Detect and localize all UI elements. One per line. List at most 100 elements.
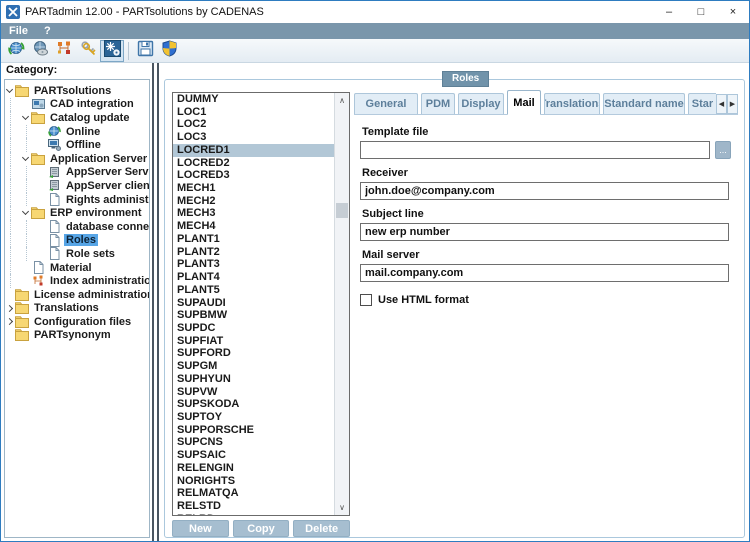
list-item[interactable]: PLANT1 — [173, 233, 334, 246]
delete-button[interactable]: Delete — [293, 520, 350, 537]
list-item[interactable]: PLANT4 — [173, 271, 334, 284]
tree-expander-icon[interactable] — [5, 86, 15, 96]
globe-sync-button[interactable] — [4, 40, 28, 62]
tab-star[interactable]: Star — [688, 93, 716, 114]
tree-item-partsolutions[interactable]: PARTsolutions — [5, 84, 149, 98]
server-icon — [47, 179, 61, 192]
close-button[interactable]: × — [717, 1, 749, 23]
list-item[interactable]: RELSTD — [173, 500, 334, 513]
list-item[interactable]: SUPBMW — [173, 309, 334, 322]
list-item[interactable]: MECH2 — [173, 195, 334, 208]
tab-translations[interactable]: Translations — [544, 93, 600, 114]
tab-standard-name[interactable]: Standard name — [603, 93, 685, 114]
minimize-button[interactable]: – — [653, 1, 685, 23]
list-item[interactable]: SUPHYUN — [173, 373, 334, 386]
list-item[interactable]: SUPCNS — [173, 436, 334, 449]
tree-item-configuration-files[interactable]: Configuration files — [5, 315, 149, 329]
admin-shield-button[interactable] — [157, 40, 181, 62]
list-item[interactable]: PLANT5 — [173, 284, 334, 297]
list-item[interactable]: SUPVW — [173, 386, 334, 399]
list-item[interactable]: MECH1 — [173, 182, 334, 195]
copy-button[interactable]: Copy — [233, 520, 290, 537]
mail-server-input[interactable] — [360, 264, 729, 282]
tree-item-erp-environment[interactable]: ERP environment — [5, 206, 149, 220]
menu-item-file[interactable]: File — [9, 25, 28, 37]
tab-mail[interactable]: Mail — [507, 90, 541, 115]
list-item[interactable]: SUPFIAT — [173, 335, 334, 348]
tree-item-roles[interactable]: Roles — [5, 234, 149, 248]
tree-item-rights-administration[interactable]: Rights administration — [5, 193, 149, 207]
list-item[interactable]: LOCRED1 — [173, 144, 334, 157]
panel-splitter[interactable] — [152, 63, 159, 542]
tab-scroll-left-icon[interactable]: ◀ — [716, 94, 727, 114]
template-file-input[interactable] — [360, 141, 710, 159]
tree-item-offline[interactable]: Offline — [5, 138, 149, 152]
tab-scroll-right-icon[interactable]: ▶ — [727, 94, 738, 114]
globe-disc-button[interactable] — [28, 40, 52, 62]
tree-item-role-sets[interactable]: Role sets — [5, 247, 149, 261]
list-item[interactable]: LOCRED2 — [173, 157, 334, 170]
index-scatter-button[interactable] — [52, 40, 76, 62]
tab-pdm[interactable]: PDM — [421, 93, 455, 114]
list-item[interactable]: SUPTOY — [173, 411, 334, 424]
browse-button[interactable]: ... — [715, 141, 731, 159]
list-item[interactable]: NORIGHTS — [173, 475, 334, 488]
tab-display[interactable]: Display — [458, 93, 504, 114]
list-item[interactable]: MECH3 — [173, 207, 334, 220]
list-item[interactable]: DUMMY — [173, 93, 334, 106]
floppy-save-button[interactable] — [133, 40, 157, 62]
tree-item-translations[interactable]: Translations — [5, 302, 149, 316]
list-item[interactable]: LOC2 — [173, 118, 334, 131]
doc-icon — [47, 247, 61, 260]
list-item[interactable]: RELRD — [173, 513, 334, 515]
list-item[interactable]: SUPSKODA — [173, 398, 334, 411]
scrollbar-track[interactable] — [335, 108, 349, 500]
new-button[interactable]: New — [172, 520, 229, 537]
subject-line-input[interactable] — [360, 223, 729, 241]
tree-item-appserver-client[interactable]: AppServer client — [5, 179, 149, 193]
tree-item-cad-integration[interactable]: CAD integration — [5, 98, 149, 112]
list-item[interactable]: RELMATQA — [173, 487, 334, 500]
receiver-input[interactable] — [360, 182, 729, 200]
tree-expander-icon[interactable] — [5, 317, 15, 327]
use-html-checkbox[interactable] — [360, 294, 372, 306]
list-scrollbar[interactable]: ∧ ∨ — [334, 93, 349, 515]
tree-item-catalog-update[interactable]: Catalog update — [5, 111, 149, 125]
snowflake-gear-button[interactable] — [100, 40, 124, 62]
tree-expander-icon[interactable] — [5, 303, 15, 313]
list-item[interactable]: PLANT3 — [173, 258, 334, 271]
tree-item-license-administration[interactable]: License administration — [5, 288, 149, 302]
list-item[interactable]: LOC1 — [173, 106, 334, 119]
tree-expander-icon[interactable] — [21, 154, 31, 164]
tree-expander-blank — [37, 167, 47, 177]
list-item[interactable]: PLANT2 — [173, 246, 334, 259]
keys-button[interactable] — [76, 40, 100, 62]
scroll-up-arrow-icon[interactable]: ∧ — [335, 93, 349, 108]
list-item[interactable]: SUPPORSCHE — [173, 424, 334, 437]
list-item[interactable]: SUPSAIC — [173, 449, 334, 462]
list-item[interactable]: SUPAUDI — [173, 297, 334, 310]
list-item[interactable]: LOC3 — [173, 131, 334, 144]
scrollbar-thumb[interactable] — [336, 203, 348, 218]
tree-expander-icon[interactable] — [21, 208, 31, 218]
scroll-down-arrow-icon[interactable]: ∨ — [335, 500, 349, 515]
maximize-button[interactable]: □ — [685, 1, 717, 23]
tree-item-material[interactable]: Material — [5, 261, 149, 275]
tree-expander-icon[interactable] — [21, 113, 31, 123]
list-item[interactable]: RELENGIN — [173, 462, 334, 475]
menu-item-?[interactable]: ? — [44, 25, 51, 37]
tab-general[interactable]: General — [354, 93, 418, 114]
list-item[interactable]: SUPDC — [173, 322, 334, 335]
list-item[interactable]: LOCRED3 — [173, 169, 334, 182]
list-item[interactable]: SUPFORD — [173, 347, 334, 360]
tree-item-application-server[interactable]: Application Server — [5, 152, 149, 166]
tree-item-index-administration[interactable]: Index administration — [5, 274, 149, 288]
tree-item-partsynonym[interactable]: PARTsynonym — [5, 329, 149, 343]
tree-item-database-connection[interactable]: database connection — [5, 220, 149, 234]
tree-item-label: ERP environment — [48, 207, 144, 219]
tree-indent-guide — [10, 234, 21, 248]
tree-item-online[interactable]: Online — [5, 125, 149, 139]
tree-item-appserver-service[interactable]: AppServer Service — [5, 166, 149, 180]
list-item[interactable]: SUPGM — [173, 360, 334, 373]
list-item[interactable]: MECH4 — [173, 220, 334, 233]
